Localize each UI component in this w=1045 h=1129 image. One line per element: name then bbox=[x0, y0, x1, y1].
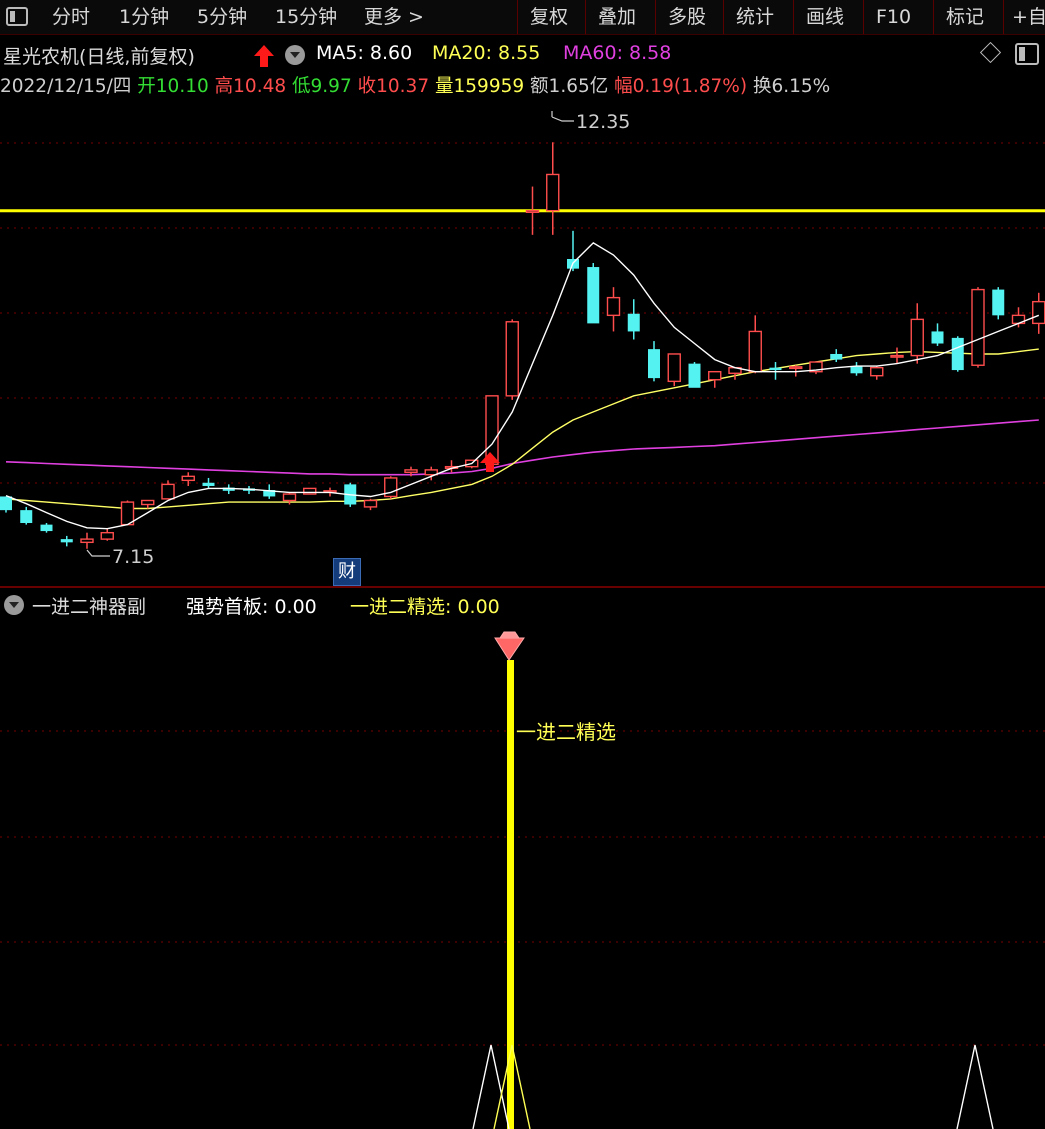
candle-up bbox=[505, 321, 519, 397]
candle-up bbox=[181, 475, 195, 482]
candle-up bbox=[606, 296, 621, 317]
candle-down bbox=[627, 313, 640, 332]
candle-down bbox=[992, 289, 1005, 316]
candle-up bbox=[546, 173, 560, 212]
strong-first-board-label: 强势首板: 0.00 bbox=[186, 596, 317, 618]
candle-up bbox=[404, 469, 418, 474]
candle-down bbox=[202, 482, 215, 486]
strong-signal-peak-2 bbox=[956, 1044, 994, 1129]
gem-top bbox=[499, 631, 520, 639]
candle-up bbox=[282, 493, 297, 502]
candle-down bbox=[648, 349, 660, 379]
high-pointer bbox=[551, 111, 574, 122]
candle-up bbox=[525, 209, 540, 214]
candle-down bbox=[951, 337, 964, 371]
ma60-line bbox=[5, 419, 1039, 476]
indicator-collapse-icon[interactable] bbox=[4, 595, 24, 615]
candle-up bbox=[161, 483, 175, 500]
candle-up bbox=[870, 366, 884, 377]
ma5-line bbox=[5, 242, 1040, 530]
candle-up bbox=[363, 499, 378, 508]
indicator-pane: 一进二精选 bbox=[472, 631, 994, 1129]
candle-up bbox=[141, 499, 155, 506]
candle-down bbox=[0, 496, 12, 511]
candle-down bbox=[769, 367, 782, 371]
low-annotation: 7.15 bbox=[112, 546, 154, 568]
candle-down bbox=[688, 363, 701, 388]
candlesticks bbox=[0, 142, 1045, 549]
candle-down bbox=[830, 353, 843, 360]
low-pointer bbox=[86, 549, 110, 557]
candle-up bbox=[910, 318, 924, 357]
candle-up bbox=[100, 531, 114, 540]
candle-up bbox=[1032, 300, 1045, 325]
candle-down bbox=[60, 539, 73, 543]
candle-down bbox=[40, 524, 53, 532]
ma20-line bbox=[5, 348, 1039, 510]
candle-up bbox=[789, 366, 803, 370]
kline-chart[interactable]: 12.35 7.15 一进二精选 bbox=[0, 0, 1045, 1129]
select-label: 一进二精选: 0.00 bbox=[350, 596, 500, 618]
finance-badge[interactable]: 财 bbox=[333, 558, 361, 586]
indicator-name: 一进二神器副 bbox=[32, 596, 147, 618]
candle-up bbox=[971, 288, 985, 366]
candle-down bbox=[931, 331, 944, 344]
candle-up bbox=[708, 370, 722, 381]
candle-up bbox=[748, 330, 762, 373]
candle-down bbox=[587, 267, 600, 324]
chart-grid bbox=[0, 142, 1045, 1046]
select-signal-bar bbox=[507, 660, 514, 1129]
high-annotation: 12.35 bbox=[576, 111, 630, 133]
candle-down bbox=[850, 366, 863, 374]
candle-up bbox=[80, 538, 94, 544]
candle-up bbox=[303, 487, 317, 495]
candle-up bbox=[667, 353, 681, 383]
select-signal-label: 一进二精选 bbox=[516, 720, 616, 744]
gem-icon bbox=[494, 637, 525, 661]
candle-up bbox=[120, 501, 135, 526]
candle-up bbox=[890, 354, 904, 358]
candle-down bbox=[20, 510, 33, 524]
candle-up bbox=[485, 395, 499, 465]
